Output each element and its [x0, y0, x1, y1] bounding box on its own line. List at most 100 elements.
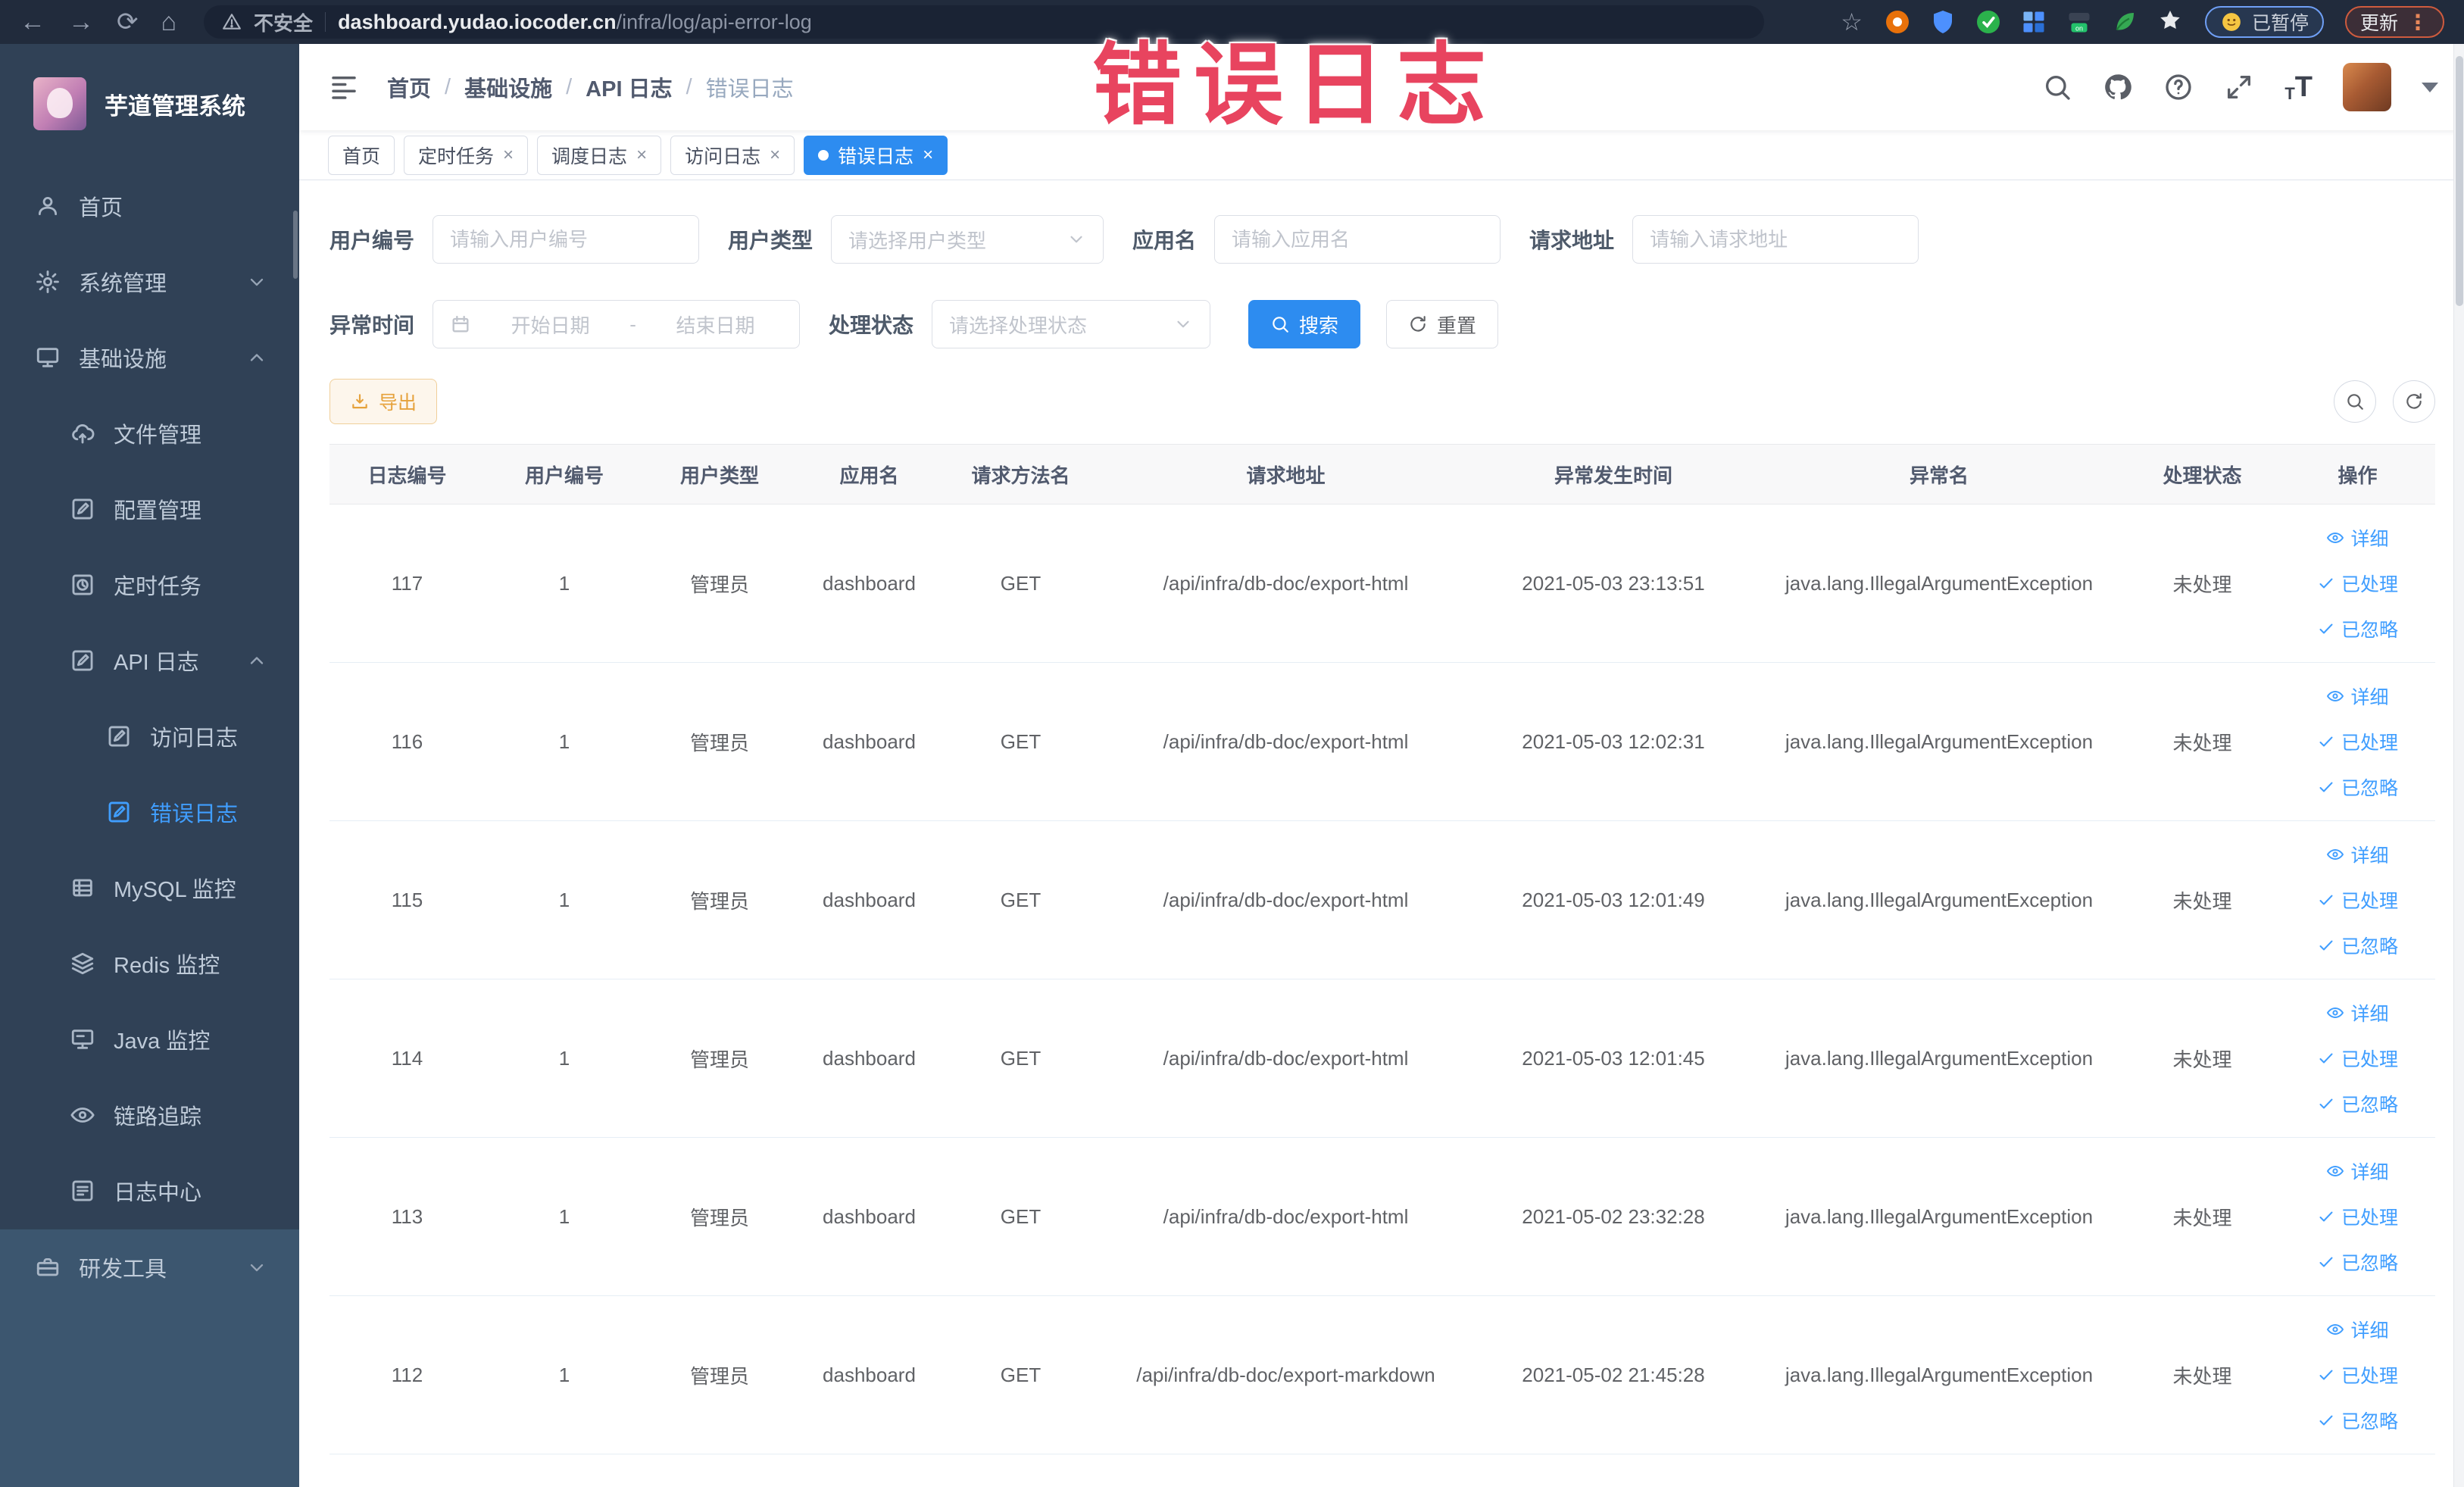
browser-forward-icon[interactable]: → [68, 9, 94, 35]
tab-定时任务[interactable]: 定时任务 × [404, 135, 529, 175]
sidebar-item-java-monitor[interactable]: Java 监控 [0, 1001, 299, 1077]
extension-star-icon[interactable] [2156, 8, 2184, 36]
extension-rss-icon[interactable] [1884, 8, 1911, 36]
font-size-icon[interactable]: TT [2284, 71, 2313, 104]
user-type-select[interactable]: 请选择用户类型 [831, 215, 1104, 264]
action-已忽略[interactable]: 已忽略 [2317, 1248, 2398, 1276]
cell-status: 未处理 [2172, 1206, 2232, 1229]
sidebar-item-mysql-monitor[interactable]: MySQL 监控 [0, 850, 299, 926]
bookmark-star-icon[interactable]: ☆ [1841, 8, 1863, 36]
sidebar-item-error-logs[interactable]: 错误日志 [0, 774, 299, 850]
sidebar-scrollbar[interactable] [293, 211, 298, 279]
action-已处理[interactable]: 已处理 [2317, 570, 2398, 597]
breadcrumb-item[interactable]: 基础设施 [464, 71, 552, 103]
sidebar-item-access-logs[interactable]: 访问日志 [0, 698, 299, 774]
sidebar-item-config-management[interactable]: 配置管理 [0, 471, 299, 547]
action-详细[interactable]: 详细 [2326, 841, 2389, 868]
page-scrollbar[interactable] [2453, 44, 2464, 1487]
action-已处理[interactable]: 已处理 [2317, 1361, 2398, 1389]
reset-button[interactable]: 重置 [1386, 300, 1499, 348]
sidebar-item-trace[interactable]: 链路追踪 [0, 1077, 299, 1153]
search-icon[interactable] [2042, 72, 2072, 102]
action-已忽略[interactable]: 已忽略 [2317, 615, 2398, 642]
sidebar-item-dev-tools[interactable]: 研发工具 [0, 1229, 299, 1305]
browser-update-button[interactable]: 更新 ⋮ [2344, 6, 2444, 38]
app-logo[interactable]: 芋道管理系统 [0, 44, 299, 145]
sidebar-item-scheduled-tasks[interactable]: 定时任务 [0, 547, 299, 623]
request-url-input[interactable] [1632, 215, 1919, 264]
scrollbar-thumb[interactable] [2456, 56, 2463, 306]
log-icon [106, 799, 132, 825]
action-详细[interactable]: 详细 [2326, 1316, 2389, 1343]
tab-错误日志[interactable]: 错误日志 × [804, 135, 948, 175]
extension-shield-icon[interactable] [1929, 8, 1957, 36]
sidebar-item-label: Java 监控 [114, 1029, 211, 1054]
sidebar-item-system-management[interactable]: 系统管理 [0, 244, 299, 320]
action-已处理[interactable]: 已处理 [2317, 1203, 2398, 1230]
search-button[interactable]: 搜索 [1248, 300, 1361, 348]
sidebar-item-file-management[interactable]: 文件管理 [0, 395, 299, 471]
action-详细[interactable]: 详细 [2326, 683, 2389, 710]
close-tab-icon[interactable]: × [503, 145, 514, 164]
tab-访问日志[interactable]: 访问日志 × [670, 135, 795, 175]
fullscreen-icon[interactable] [2224, 72, 2254, 102]
action-已处理[interactable]: 已处理 [2317, 728, 2398, 755]
table-row: 117 1 管理员 dashboard GET/api/infra/db-doc/exp… [329, 505, 2435, 663]
sidebar-item-home[interactable]: 首页 [0, 168, 299, 244]
action-已处理[interactable]: 已处理 [2317, 886, 2398, 914]
sidebar-item-infrastructure[interactable]: 基础设施 [0, 320, 299, 395]
browser-reload-icon[interactable]: ⟳ [117, 9, 139, 35]
sidebar-item-log-center[interactable]: 日志中心 [0, 1153, 299, 1229]
column-header: 请求方法名 [971, 464, 1070, 487]
breadcrumb-separator: / [566, 74, 573, 99]
close-tab-icon[interactable]: × [923, 145, 933, 164]
process-status-select[interactable]: 请选择处理状态 [932, 300, 1211, 348]
user-id-input[interactable] [433, 215, 700, 264]
action-已忽略[interactable]: 已忽略 [2317, 1407, 2398, 1434]
action-详细[interactable]: 详细 [2326, 1157, 2389, 1185]
breadcrumb-item[interactable]: API 日志 [586, 71, 672, 103]
extension-grid-icon[interactable] [2020, 8, 2047, 36]
action-已处理[interactable]: 已处理 [2317, 1045, 2398, 1072]
close-tab-icon[interactable]: × [636, 145, 647, 164]
avatar-caret-down-icon[interactable] [2422, 82, 2438, 92]
svg-text:on: on [2075, 24, 2083, 32]
navbar-right: TT [2042, 63, 2438, 111]
export-button[interactable]: 导出 [329, 379, 438, 424]
browser-home-icon[interactable]: ⌂ [161, 9, 177, 35]
chevron-down-icon [246, 271, 267, 292]
action-详细[interactable]: 详细 [2326, 999, 2389, 1026]
search-icon [1273, 317, 1288, 333]
refresh-table-button[interactable] [2393, 380, 2435, 423]
breadcrumb-item[interactable]: 首页 [387, 71, 431, 103]
sidebar-item-redis-monitor[interactable]: Redis 监控 [0, 926, 299, 1001]
help-icon[interactable] [2163, 72, 2194, 102]
action-已忽略[interactable]: 已忽略 [2317, 932, 2398, 959]
date-range-picker[interactable]: 开始日期 - 结束日期 [433, 300, 801, 348]
user-type-placeholder: 请选择用户类型 [848, 229, 987, 252]
browser-menu-icon[interactable]: ⋮ [2407, 10, 2429, 35]
action-已忽略[interactable]: 已忽略 [2317, 773, 2398, 801]
collapse-menu-icon[interactable] [328, 71, 360, 103]
sidebar-item-api-logs[interactable]: API 日志 [0, 623, 299, 698]
extension-check-circle-icon[interactable] [1975, 8, 2002, 36]
filter-request-url: 请求地址 [1529, 215, 1919, 264]
cell-actions: 详细 已处理 已忽略 [2280, 999, 2435, 1117]
cell-user_id: 1 [558, 571, 570, 595]
close-tab-icon[interactable]: × [770, 145, 780, 164]
column-header: 日志编号 [367, 464, 447, 487]
tab-首页[interactable]: 首页 [328, 135, 395, 175]
app-name-input[interactable] [1214, 215, 1501, 264]
browser-back-icon[interactable]: ← [20, 9, 45, 35]
extension-leaf-icon[interactable] [2111, 8, 2138, 36]
extension-switch-on-icon[interactable]: on [2066, 8, 2093, 36]
sidebar-item-label: 访问日志 [150, 726, 239, 751]
user-avatar[interactable] [2343, 63, 2391, 111]
address-bar[interactable]: 不安全 dashboard.yudao.iocoder.cn/infra/log… [204, 5, 1765, 39]
paused-extension-badge[interactable]: 已暂停 [2204, 6, 2324, 38]
toggle-search-button[interactable] [2334, 380, 2376, 423]
tab-调度日志[interactable]: 调度日志 × [537, 135, 662, 175]
action-详细[interactable]: 详细 [2326, 524, 2389, 551]
action-已忽略[interactable]: 已忽略 [2317, 1090, 2398, 1117]
github-icon[interactable] [2103, 72, 2133, 102]
